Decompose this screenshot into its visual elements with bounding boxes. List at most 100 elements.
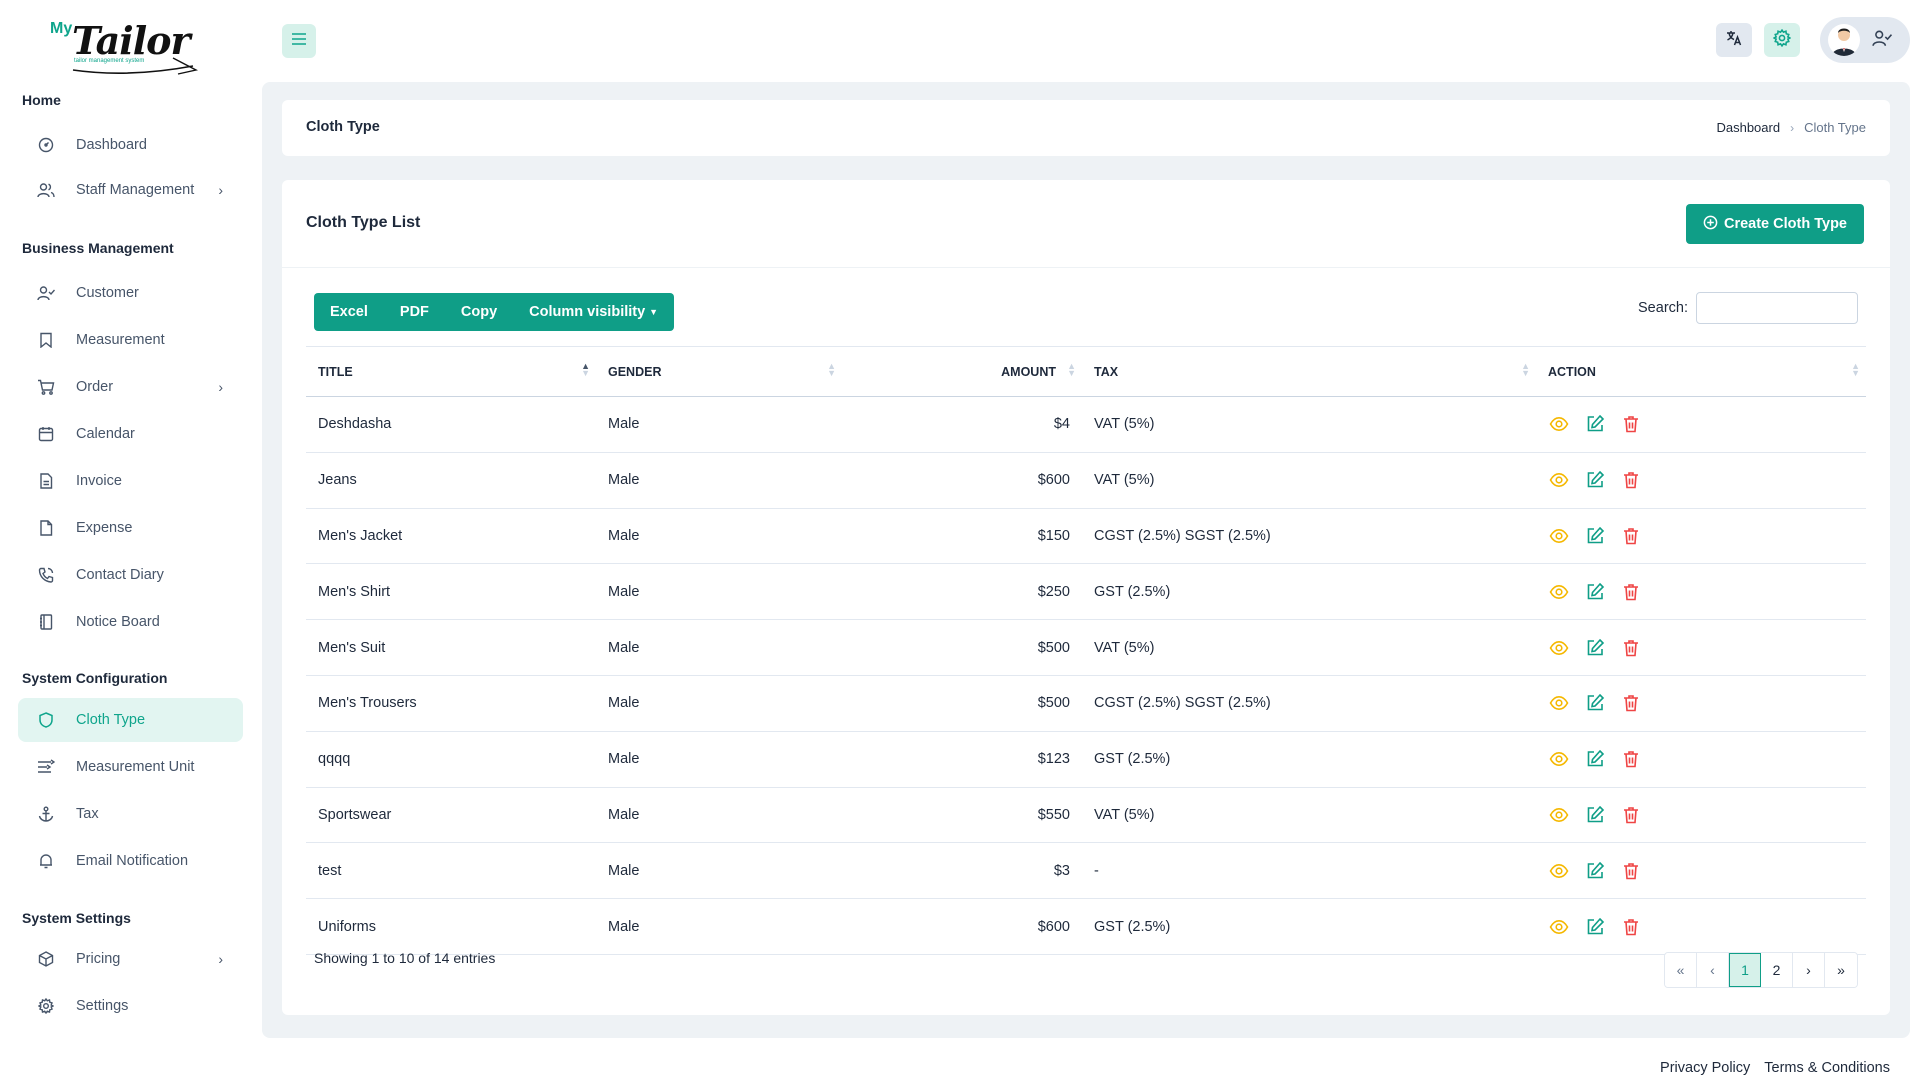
edit-icon[interactable] [1584, 525, 1606, 547]
edit-icon[interactable] [1584, 860, 1606, 882]
pagination-page-1[interactable]: 1 [1729, 953, 1761, 987]
footer: Privacy Policy Terms & Conditions [1660, 1060, 1890, 1076]
pagination: « ‹ 1 2 › » [1664, 952, 1858, 988]
column-header-amount[interactable]: AMOUNT ▲ ▼ [842, 346, 1082, 397]
terms-link[interactable]: Terms & Conditions [1764, 1060, 1890, 1076]
language-button[interactable] [1716, 23, 1752, 57]
table-row: Uniforms Male $600 GST (2.5%) [306, 898, 1866, 955]
breadcrumb-dashboard-link[interactable]: Dashboard [1716, 120, 1780, 135]
cell-actions [1536, 452, 1866, 509]
edit-icon[interactable] [1584, 916, 1606, 938]
sidebar-item-order[interactable]: Order › [18, 365, 243, 409]
chevron-right-icon: › [218, 951, 223, 967]
privacy-policy-link[interactable]: Privacy Policy [1660, 1060, 1750, 1076]
sidebar-item-customer[interactable]: Customer [18, 271, 243, 315]
delete-icon[interactable] [1620, 525, 1642, 547]
create-cloth-type-button[interactable]: Create Cloth Type [1685, 204, 1864, 244]
delete-icon[interactable] [1620, 748, 1642, 770]
cell-title: qqqq [306, 731, 596, 788]
column-visibility-button[interactable]: Column visibility ▼ [513, 293, 674, 331]
edit-icon[interactable] [1584, 413, 1606, 435]
cell-amount: $150 [842, 508, 1082, 565]
sort-asc-icon: ▲ ▼ [581, 361, 590, 378]
sidebar-item-measurement[interactable]: Measurement [18, 318, 243, 362]
view-icon[interactable] [1548, 413, 1570, 435]
edit-icon[interactable] [1584, 469, 1606, 491]
edit-icon[interactable] [1584, 581, 1606, 603]
sidebar-item-measurement-unit[interactable]: Measurement Unit [18, 745, 243, 789]
column-header-action[interactable]: ACTION ▲ ▼ [1536, 346, 1866, 397]
table-row: Jeans Male $600 VAT (5%) [306, 452, 1866, 509]
delete-icon[interactable] [1620, 413, 1642, 435]
view-icon[interactable] [1548, 692, 1570, 714]
sidebar-item-email-notification[interactable]: Email Notification [18, 839, 243, 883]
column-header-gender[interactable]: GENDER ▲ ▼ [596, 346, 842, 397]
pagination-last-button[interactable]: » [1825, 953, 1857, 987]
edit-icon[interactable] [1584, 804, 1606, 826]
package-icon [36, 949, 56, 969]
pagination-page-2[interactable]: 2 [1761, 953, 1793, 987]
cell-amount: $3 [842, 842, 1082, 900]
delete-icon[interactable] [1620, 860, 1642, 882]
view-icon[interactable] [1548, 860, 1570, 882]
sidebar-item-staff-management[interactable]: Staff Management › [18, 168, 243, 212]
cell-actions [1536, 731, 1866, 788]
nav-section-system-configuration: System Configuration [22, 670, 168, 686]
cloth-type-list-card: Cloth Type List Create Cloth Type Excel … [282, 180, 1890, 1015]
table-row: Deshdasha Male $4 VAT (5%) [306, 396, 1866, 453]
sidebar-item-calendar[interactable]: Calendar [18, 412, 243, 456]
sidebar-item-tax[interactable]: Tax [18, 792, 243, 836]
pagination-first-button[interactable]: « [1665, 953, 1697, 987]
sidebar-item-label: Tax [76, 806, 99, 822]
cell-gender: Male [596, 396, 842, 453]
sidebar-item-pricing[interactable]: Pricing › [18, 937, 243, 981]
view-icon[interactable] [1548, 469, 1570, 491]
calendar-icon [36, 424, 56, 444]
column-header-title[interactable]: TITLE ▲ ▼ [306, 346, 596, 397]
cell-title: Men's Jacket [306, 508, 596, 565]
pdf-button[interactable]: PDF [384, 293, 445, 331]
settings-button[interactable] [1764, 23, 1800, 57]
logo-swoosh [72, 57, 198, 75]
sidebar-item-dashboard[interactable]: Dashboard [18, 123, 243, 167]
delete-icon[interactable] [1620, 469, 1642, 491]
delete-icon[interactable] [1620, 637, 1642, 659]
cell-title: Uniforms [306, 898, 596, 955]
delete-icon[interactable] [1620, 692, 1642, 714]
edit-icon[interactable] [1584, 637, 1606, 659]
translate-icon [1725, 29, 1743, 51]
sidebar-item-settings[interactable]: Settings [18, 984, 243, 1028]
column-header-tax[interactable]: TAX ▲ ▼ [1082, 346, 1536, 397]
cell-gender: Male [596, 731, 842, 788]
excel-button[interactable]: Excel [314, 293, 384, 331]
sidebar-item-invoice[interactable]: Invoice [18, 459, 243, 503]
view-icon[interactable] [1548, 637, 1570, 659]
view-icon[interactable] [1548, 916, 1570, 938]
sidebar-item-contact-diary[interactable]: Contact Diary [18, 553, 243, 597]
cell-amount: $250 [842, 563, 1082, 621]
delete-icon[interactable] [1620, 916, 1642, 938]
chevron-right-icon: › [218, 182, 223, 198]
copy-button[interactable]: Copy [445, 293, 513, 331]
sidebar-item-expense[interactable]: Expense [18, 506, 243, 550]
app-logo[interactable]: My Tailor tailor management system [50, 18, 200, 76]
cell-amount: $500 [842, 619, 1082, 676]
cell-gender: Male [596, 452, 842, 509]
cell-tax: VAT (5%) [1082, 619, 1536, 676]
user-menu[interactable] [1820, 17, 1910, 63]
cell-amount: $500 [842, 675, 1082, 732]
pagination-next-button[interactable]: › [1793, 953, 1825, 987]
edit-icon[interactable] [1584, 692, 1606, 714]
view-icon[interactable] [1548, 581, 1570, 603]
view-icon[interactable] [1548, 525, 1570, 547]
pagination-prev-button[interactable]: ‹ [1697, 953, 1729, 987]
delete-icon[interactable] [1620, 804, 1642, 826]
menu-toggle-button[interactable] [282, 24, 316, 58]
sidebar-item-cloth-type[interactable]: Cloth Type [18, 698, 243, 742]
view-icon[interactable] [1548, 804, 1570, 826]
sidebar-item-notice-board[interactable]: Notice Board [18, 600, 243, 644]
delete-icon[interactable] [1620, 581, 1642, 603]
search-input[interactable] [1696, 292, 1858, 324]
edit-icon[interactable] [1584, 748, 1606, 770]
view-icon[interactable] [1548, 748, 1570, 770]
